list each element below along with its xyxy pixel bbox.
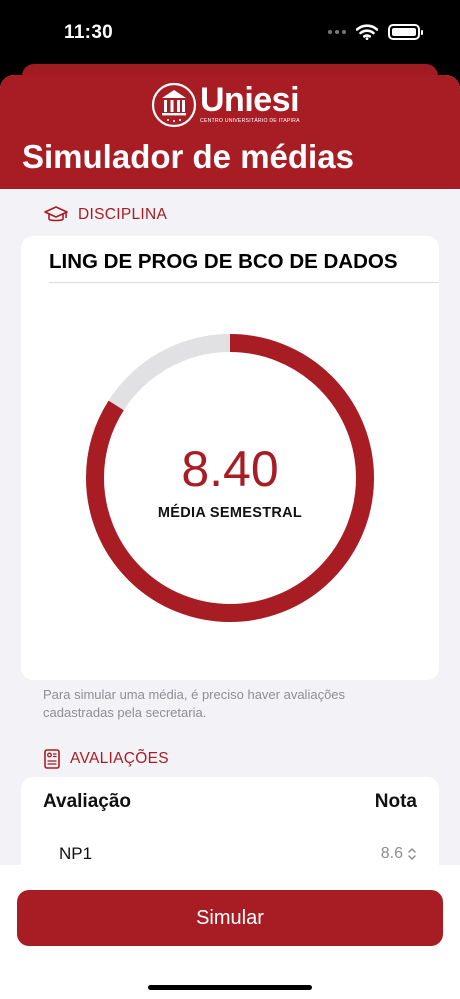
status-icons <box>328 24 423 40</box>
column-header-avaliacao: Avaliação <box>43 791 132 812</box>
column-header-nota: Nota <box>374 791 417 812</box>
home-indicator[interactable] <box>148 985 312 990</box>
logo-subtitle: CENTRO UNIVERSITÁRIO DE ITAPIRA <box>200 118 300 124</box>
simulator-sheet: Uniesi CENTRO UNIVERSITÁRIO DE ITAPIRA S… <box>0 75 460 999</box>
average-gauge: 8.40 MÉDIA SEMESTRAL <box>84 332 376 624</box>
battery-icon <box>388 24 423 40</box>
section-header-avaliacoes: AVALIAÇÕES <box>44 749 169 769</box>
grade-picker[interactable]: 8.6 <box>381 845 417 863</box>
divider <box>49 282 439 283</box>
footnote: Para simular uma média, é preciso haver … <box>43 687 346 720</box>
section-label-avaliacoes: AVALIAÇÕES <box>70 750 169 767</box>
logo-wordmark: Uniesi <box>200 81 300 119</box>
wifi-icon <box>356 24 378 40</box>
table-row[interactable]: NP1 8.6 <box>59 844 417 864</box>
disciplina-card: LING DE PROG DE BCO DE DADOS 8.40 MÉDIA … <box>21 236 439 680</box>
section-label-disciplina: DISCIPLINA <box>78 206 168 223</box>
average-value: 8.40 <box>181 441 279 497</box>
section-header-disciplina: DISCIPLINA <box>44 205 167 225</box>
report-card-icon <box>44 749 60 769</box>
table-header: Avaliação Nota <box>43 791 417 813</box>
signal-dots-icon <box>328 29 346 35</box>
status-time: 11:30 <box>64 22 114 43</box>
bottom-action-bar: Simular <box>0 865 460 999</box>
uniesi-logo: Uniesi CENTRO UNIVERSITÁRIO DE ITAPIRA <box>150 81 312 128</box>
chevron-up-down-icon <box>408 848 416 860</box>
header: Uniesi CENTRO UNIVERSITÁRIO DE ITAPIRA S… <box>0 75 460 189</box>
simulate-button[interactable]: Simular <box>17 890 443 946</box>
building-emblem-icon <box>151 82 197 128</box>
grade-value: 8.6 <box>380 845 403 862</box>
status-bar: 11:30 <box>0 0 460 70</box>
page-title: Simulador de médias <box>22 138 354 175</box>
evaluation-name: NP1 <box>59 844 93 863</box>
average-label: MÉDIA SEMESTRAL <box>157 505 303 521</box>
graduation-cap-icon <box>44 206 68 222</box>
discipline-name: LING DE PROG DE BCO DE DADOS <box>49 250 398 273</box>
